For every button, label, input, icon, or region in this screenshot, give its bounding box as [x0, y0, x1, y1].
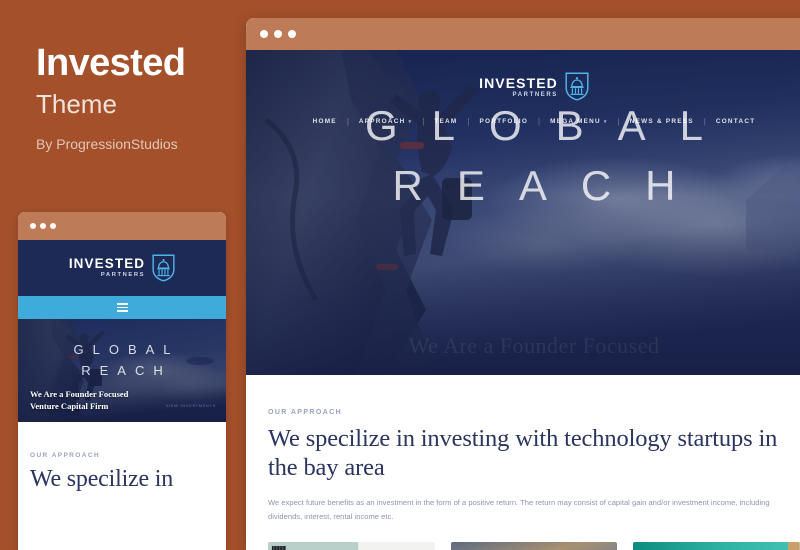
approach-eyebrow: OUR APPROACH — [268, 409, 343, 416]
nav-item-approach[interactable]: APPROACH ▾ — [349, 118, 422, 125]
desktop-logo-area[interactable]: INVESTED PARTNERS — [246, 50, 800, 101]
card-image-1 — [268, 541, 435, 550]
nav-item-home[interactable]: HOME — [303, 118, 347, 125]
nav-item-mega-menu[interactable]: MEGA MENU ▾ — [540, 118, 618, 125]
desktop-hero: INVESTED PARTNERS HOME | APPROACH ▾ | TE… — [246, 50, 800, 375]
logo-name: INVESTED — [68, 256, 146, 272]
desktop-card-row — [246, 524, 800, 550]
mobile-hero-note[interactable]: VIEW INVESTMENTS — [166, 404, 216, 408]
window-close-dot[interactable] — [260, 30, 268, 38]
nav-item-contact[interactable]: CONTACT — [706, 118, 766, 125]
logo-wordmark: INVESTED PARTNERS — [479, 76, 558, 98]
mobile-hero: GLOBAL REACH We Are a Founder Focused Ve… — [18, 319, 226, 422]
card-chalkboard[interactable] — [633, 541, 800, 550]
chevron-down-icon: ▾ — [603, 118, 608, 125]
chevron-down-icon: ▾ — [408, 118, 413, 125]
hero-tagline-line-1: We Are a Founder Focused — [30, 388, 129, 399]
approach-eyebrow: OUR APPROACH — [30, 452, 101, 459]
card-image-3 — [633, 541, 800, 550]
promo-block: Invested Theme By ProgressionStudios — [36, 44, 246, 152]
promo-byline: By ProgressionStudios — [36, 136, 178, 153]
logo-wordmark: INVESTED PARTNERS — [69, 257, 145, 278]
window-close-dot[interactable] — [30, 223, 36, 229]
nav-label: NEWS & PRESS — [629, 118, 694, 125]
promo-title: Invested — [36, 42, 186, 84]
approach-body: We expect future benefits as an investme… — [268, 497, 770, 521]
window-minimize-dot[interactable] — [274, 30, 282, 38]
nav-label: PORTFOLIO — [479, 118, 529, 125]
site-logo-mobile[interactable]: INVESTED PARTNERS — [69, 254, 175, 282]
window-maximize-dot[interactable] — [50, 223, 56, 229]
approach-headline: We specilize in investing with technolog… — [268, 425, 778, 481]
desktop-window-controls[interactable] — [260, 30, 296, 38]
approach-headline: We specilize in — [30, 466, 174, 492]
hamburger-icon[interactable] — [116, 303, 128, 312]
capitol-shield-icon — [152, 254, 175, 282]
hero-tagline-line-2: Venture Capital Firm — [30, 401, 109, 412]
desktop-hero-faded-tagline: We Are a Founder Focused — [408, 333, 660, 358]
nav-label: APPROACH — [358, 118, 406, 125]
logo-tagline: PARTNERS — [512, 91, 558, 98]
screenshot-canvas: Invested Theme By ProgressionStudios INV… — [0, 0, 800, 550]
window-maximize-dot[interactable] — [288, 30, 296, 38]
mobile-menu-bar[interactable] — [18, 296, 226, 319]
mobile-approach-section: OUR APPROACH We specilize in — [18, 422, 226, 494]
logo-tagline: PARTNERS — [100, 271, 146, 278]
desktop-browser-chrome — [246, 18, 800, 50]
capitol-shield-icon — [565, 72, 589, 101]
nav-item-team[interactable]: TEAM — [424, 118, 467, 125]
desktop-browser-mockup: INVESTED PARTNERS HOME | APPROACH ▾ | TE… — [246, 18, 800, 550]
hero-line-2: REACH — [392, 161, 710, 209]
mobile-browser-mockup: INVESTED PARTNERS GLOBAL REACH We Are a … — [18, 212, 226, 550]
mobile-browser-chrome — [18, 212, 226, 240]
nav-item-portfolio[interactable]: PORTFOLIO — [470, 118, 539, 125]
hero-line-1: GLOBAL — [73, 342, 180, 357]
nav-label: MEGA MENU — [550, 118, 601, 125]
desktop-approach-section: OUR APPROACH We specilize in investing w… — [246, 375, 800, 524]
mobile-header: INVESTED PARTNERS — [18, 240, 226, 296]
window-minimize-dot[interactable] — [40, 223, 46, 229]
nav-label: CONTACT — [715, 118, 756, 125]
mobile-window-controls[interactable] — [30, 223, 56, 229]
desktop-main-nav[interactable]: HOME | APPROACH ▾ | TEAM | PORTFOLIO | M… — [246, 101, 800, 126]
hero-line-2: REACH — [81, 363, 172, 379]
nav-item-news-press[interactable]: NEWS & PRESS — [620, 118, 704, 125]
site-logo[interactable]: INVESTED PARTNERS — [479, 72, 589, 101]
card-office-equipment[interactable] — [268, 541, 435, 550]
logo-name: INVESTED — [479, 74, 558, 91]
mobile-hero-tagline: We Are a Founder Focused Venture Capital… — [30, 388, 128, 414]
promo-subtitle: Theme — [36, 89, 117, 119]
nav-label: HOME — [312, 118, 337, 125]
card-image-2 — [450, 541, 618, 550]
card-bokeh-meeting[interactable] — [450, 541, 618, 550]
nav-label: TEAM — [434, 118, 458, 125]
mobile-hero-headline: GLOBAL REACH — [18, 339, 226, 382]
